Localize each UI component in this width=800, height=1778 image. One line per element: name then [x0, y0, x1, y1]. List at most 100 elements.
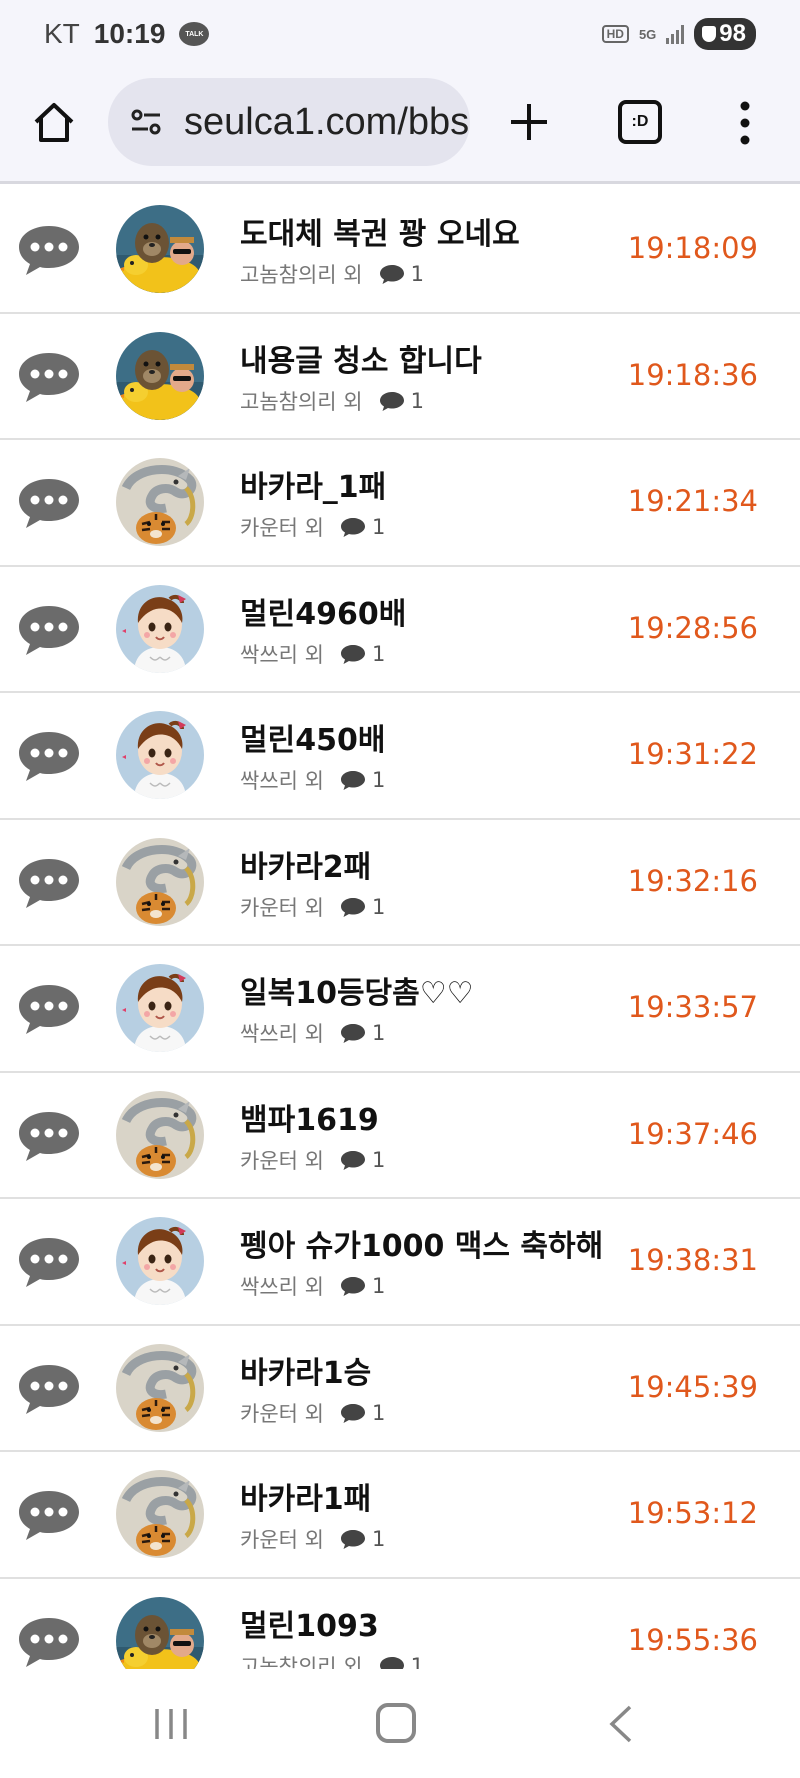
post-title[interactable]: 바카라1승: [240, 1348, 371, 1392]
chat-bubble-icon: [19, 1491, 79, 1540]
post-author: 카운터 외: [240, 895, 324, 920]
post-title[interactable]: 일복10등당촘♡♡: [240, 968, 474, 1012]
post-time: 19:37:46: [627, 1116, 758, 1151]
comment-icon: [340, 897, 365, 917]
post-meta: 싹쓰리 외 1: [240, 639, 385, 669]
post-time: 19:18:36: [627, 357, 758, 392]
comment-count: 1: [410, 388, 424, 413]
post-author: 고놈참의리 외: [240, 263, 363, 287]
post-time: 19:21:34: [627, 484, 758, 518]
list-item[interactable]: 펭아 슈가1000 맥스 축하해 싹쓰리 외 1 19:38:31: [0, 1199, 800, 1326]
post-meta: 고놈참의리 외 1: [240, 1651, 424, 1669]
post-title[interactable]: 바카라1패: [240, 1474, 371, 1518]
post-time: 19:32:16: [627, 863, 758, 898]
tabs-button[interactable]: :D: [618, 100, 662, 144]
list-item[interactable]: 바카라2패 카운터 외 1 19:32:16: [0, 819, 800, 946]
post-time: 19:28:56: [627, 610, 758, 645]
list-item[interactable]: 뱀파1619 카운터 외 1 19:37:46: [0, 1072, 800, 1199]
battery-level: 98: [719, 20, 746, 47]
post-author: 싹쓰리 외: [240, 769, 324, 793]
post-title[interactable]: 뱀파1619: [240, 1095, 379, 1139]
comment-icon: [379, 391, 404, 411]
list-item[interactable]: 도대체 복권 꽝 오네요 고놈참의리 외 1 19:18:09: [0, 187, 800, 314]
post-list: 도대체 복권 꽝 오네요 고놈참의리 외 1 19:18:09 내용글 청소 합…: [0, 187, 800, 1669]
post-author: 카운터 외: [240, 516, 324, 540]
list-item[interactable]: 내용글 청소 합니다 고놈참의리 외 1 19:18:36: [0, 313, 800, 440]
comment-count: 1: [371, 1274, 386, 1298]
comment-count: 1: [371, 1527, 386, 1551]
browser-toolbar: seulca1.com/bbs :D: [0, 70, 800, 184]
comment-icon: [340, 518, 365, 537]
more-menu-icon[interactable]: [730, 98, 760, 148]
post-title[interactable]: 내용글 청소 합니다: [240, 336, 482, 380]
comment-icon: [340, 771, 365, 790]
system-navigation-bar: [0, 1669, 800, 1778]
comment-icon: [340, 1403, 365, 1423]
post-title[interactable]: 도대체 복권 꽝 오네요: [240, 209, 520, 253]
chat-bubble-icon: [19, 1364, 79, 1414]
comment-count: 1: [371, 894, 386, 919]
battery-indicator: 98: [694, 18, 756, 50]
avatar-otter: [116, 331, 204, 420]
avatar-dragon-tiger: [116, 458, 204, 546]
post-title[interactable]: 바카라_1패: [240, 462, 386, 506]
url-text[interactable]: seulca1.com/bbs: [184, 101, 469, 144]
comment-icon: [340, 1024, 365, 1043]
post-author: 싹쓰리 외: [240, 1022, 324, 1046]
status-right: HD 5G 98: [601, 18, 756, 50]
recent-apps-icon[interactable]: [152, 1705, 190, 1743]
comment-count: 1: [371, 1147, 386, 1172]
chat-bubble-icon: [19, 985, 79, 1034]
comment-icon: [379, 1656, 404, 1669]
avatar-girl: [116, 964, 204, 1052]
post-author: 고놈참의리 외: [240, 389, 363, 414]
list-item[interactable]: 바카라1패 카운터 외 1 19:53:12: [0, 1452, 800, 1579]
post-title[interactable]: 멀린4960배: [240, 589, 406, 633]
status-bar: KT 10:19 TALK HD 5G 98: [0, 0, 800, 70]
back-icon[interactable]: [606, 1703, 636, 1745]
post-author: 카운터 외: [240, 1148, 324, 1173]
list-item[interactable]: 멀린4960배 싹쓰리 외 1 19:28:56: [0, 566, 800, 693]
post-meta: 싹쓰리 외 1: [240, 1271, 385, 1301]
post-time: 19:38:31: [627, 1243, 758, 1277]
post-title[interactable]: 바카라2패: [240, 842, 371, 886]
comment-icon: [340, 1530, 365, 1549]
signal-strength-icon: [666, 24, 685, 44]
hd-voice-icon: HD: [601, 25, 629, 43]
list-item[interactable]: 바카라1승 카운터 외 1 19:45:39: [0, 1325, 800, 1452]
avatar-otter: [116, 1596, 204, 1669]
post-title[interactable]: 멀린450배: [240, 715, 385, 759]
post-meta: 싹쓰리 외 1: [240, 765, 385, 795]
avatar-otter: [116, 205, 204, 293]
kakaotalk-notification-icon: TALK: [179, 22, 210, 46]
avatar-girl: [116, 711, 204, 799]
post-time: 19:53:12: [627, 1496, 758, 1530]
comment-count: 1: [410, 262, 424, 286]
post-title[interactable]: 멀린1093: [240, 1601, 379, 1645]
list-item[interactable]: 멀린450배 싹쓰리 외 1 19:31:22: [0, 693, 800, 820]
network-type-icon: 5G: [638, 26, 657, 42]
chat-bubble-icon: [19, 1238, 79, 1287]
chat-bubble-icon: [19, 1111, 79, 1161]
status-left: KT 10:19 TALK: [44, 18, 210, 50]
post-time: 19:45:39: [627, 1369, 758, 1404]
site-settings-icon[interactable]: [128, 104, 164, 140]
list-item[interactable]: 일복10등당촘♡♡ 싹쓰리 외 1 19:33:57: [0, 946, 800, 1073]
list-item[interactable]: 바카라_1패 카운터 외 1 19:21:34: [0, 440, 800, 567]
home-icon[interactable]: [30, 98, 78, 146]
chat-bubble-icon: [19, 605, 79, 655]
post-meta: 카운터 외 1: [240, 1145, 385, 1175]
battery-shield-icon: [702, 26, 717, 42]
avatar-girl: [116, 1217, 204, 1305]
post-meta: 카운터 외 1: [240, 512, 385, 542]
home-nav-icon[interactable]: [376, 1703, 416, 1743]
post-meta: 고놈참의리 외 1: [240, 386, 424, 416]
list-item[interactable]: 멀린1093 고놈참의리 외 1 19:55:36: [0, 1578, 800, 1669]
post-author: 카운터 외: [240, 1528, 324, 1552]
comment-icon: [340, 1150, 365, 1170]
comment-icon: [340, 1277, 365, 1296]
new-tab-icon[interactable]: [505, 98, 553, 146]
post-title[interactable]: 펭아 슈가1000 맥스 축하해: [240, 1221, 603, 1265]
avatar-girl: [116, 584, 204, 673]
address-bar[interactable]: seulca1.com/bbs: [108, 78, 470, 166]
